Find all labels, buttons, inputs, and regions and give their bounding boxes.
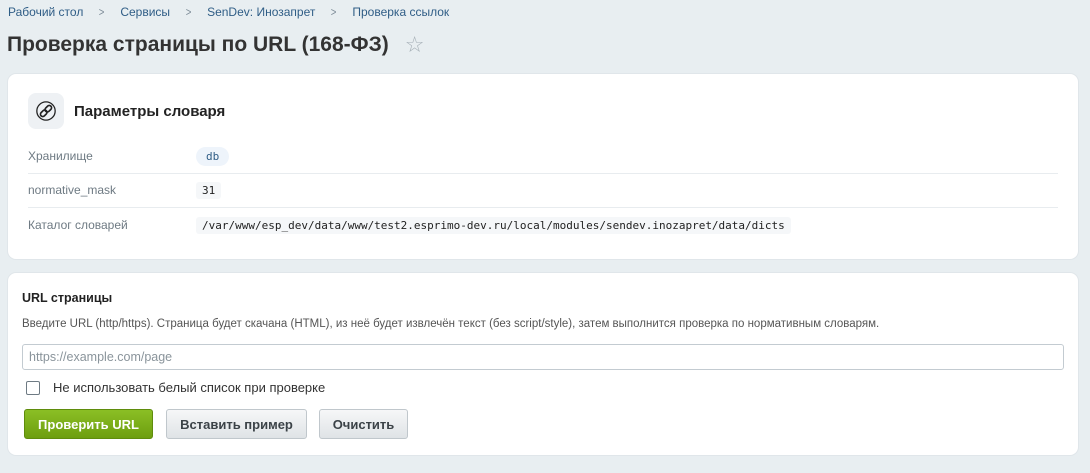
clear-button[interactable]: Очистить: [319, 409, 408, 439]
breadcrumb-item-services[interactable]: Сервисы: [120, 5, 170, 19]
breadcrumb-item-module[interactable]: SenDev: Инозапрет: [207, 5, 315, 19]
param-row-normative-mask: normative_mask 31: [28, 173, 1058, 208]
whitelist-checkbox-row[interactable]: Не использовать белый список при проверк…: [26, 380, 325, 395]
chevron-right-icon: >: [99, 5, 105, 19]
param-label: Хранилище: [28, 149, 93, 163]
dictionary-params-card: Параметры словаря Хранилище db normative…: [8, 74, 1078, 259]
whitelist-checkbox[interactable]: [26, 380, 40, 395]
breadcrumb-item-link-check[interactable]: Проверка ссылок: [352, 5, 449, 19]
param-label: normative_mask: [28, 183, 117, 197]
param-value-code: 31: [196, 181, 222, 199]
url-form-card: URL страницы Введите URL (http/https). С…: [8, 273, 1078, 455]
card-title: Параметры словаря: [74, 102, 226, 120]
star-icon[interactable]: ☆: [405, 32, 425, 58]
chevron-right-icon: >: [185, 5, 192, 19]
param-label: Каталог словарей: [28, 218, 128, 232]
url-form-title: URL страницы: [22, 291, 113, 305]
check-url-button[interactable]: Проверить URL: [24, 409, 153, 439]
page-title: Проверка страницы по URL (168-ФЗ): [7, 33, 389, 56]
param-row-storage: Хранилище db: [28, 139, 1058, 174]
breadcrumb: Рабочий стол > Сервисы > SenDev: Инозапр…: [8, 5, 449, 19]
url-form-hint: Введите URL (http/https). Страница будет…: [22, 318, 880, 330]
url-input[interactable]: [22, 344, 1064, 370]
link-chain-icon: [28, 93, 64, 129]
param-value-code: /var/www/esp_dev/data/www/test2.esprimo-…: [196, 216, 791, 234]
chevron-right-icon: >: [331, 5, 337, 19]
param-row-dict-catalog: Каталог словарей /var/www/esp_dev/data/w…: [28, 208, 1058, 242]
page-title-container: Проверка страницы по URL (168-ФЗ) ☆: [7, 32, 424, 58]
whitelist-checkbox-label[interactable]: Не использовать белый список при проверк…: [53, 380, 325, 395]
insert-sample-button[interactable]: Вставить пример: [166, 409, 307, 439]
param-value-badge: db: [196, 146, 230, 166]
breadcrumb-item-desktop[interactable]: Рабочий стол: [8, 5, 83, 19]
card-header: Параметры словаря: [28, 93, 225, 129]
